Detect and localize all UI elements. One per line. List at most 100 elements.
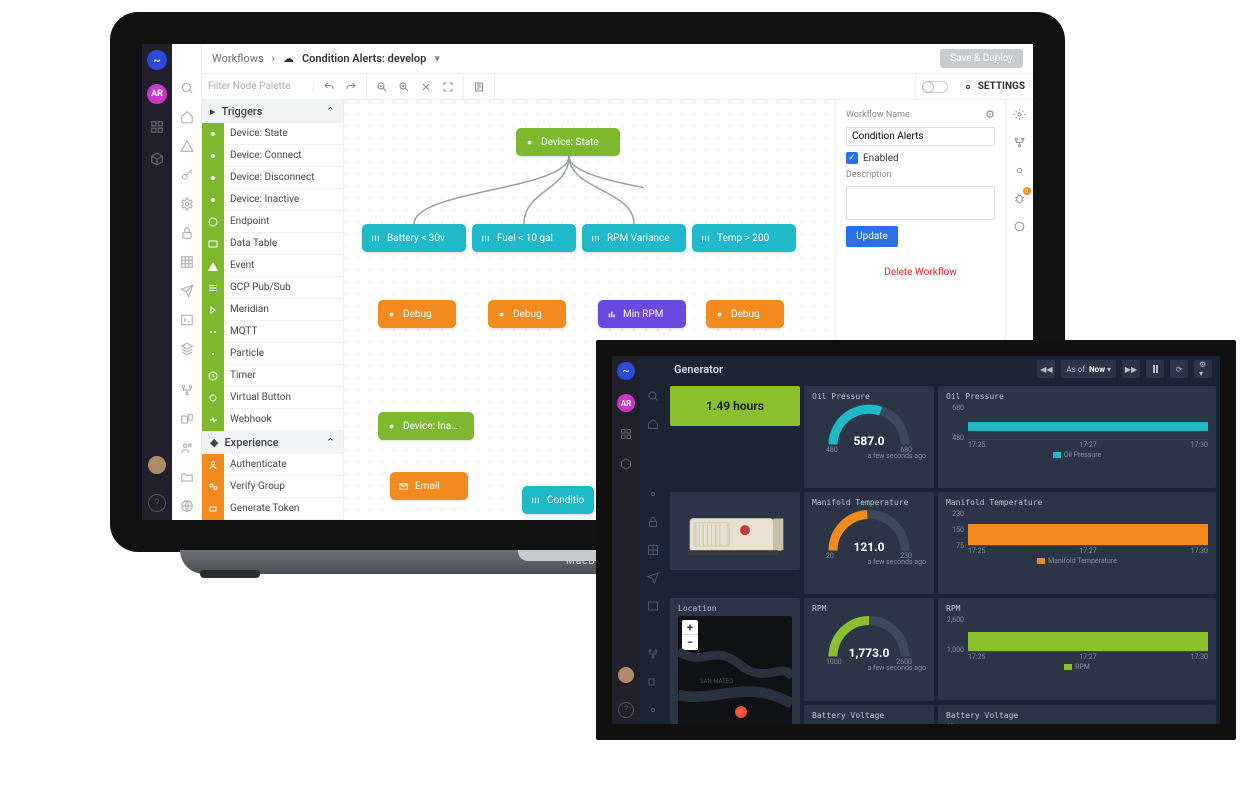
palette-item[interactable]: Data Table: [202, 233, 343, 255]
node-condition[interactable]: Conditio: [522, 486, 594, 514]
node-min-rpm[interactable]: Min RPM: [598, 300, 686, 328]
send-icon[interactable]: [178, 283, 196, 300]
palette-item[interactable]: Generate Token: [202, 498, 343, 520]
palette-section-triggers[interactable]: ▸ Triggers⌃: [202, 100, 343, 123]
settings-panel-toggle[interactable]: SETTINGS: [954, 81, 1033, 93]
description-textarea[interactable]: [846, 186, 995, 220]
map[interactable]: +− SAN MATEO: [678, 616, 792, 724]
globe-icon[interactable]: [1012, 218, 1028, 234]
pause-button[interactable]: [1146, 360, 1164, 378]
settings-button[interactable]: ⚙ ▾: [1194, 360, 1212, 378]
branch-icon[interactable]: [1012, 134, 1028, 150]
node-email[interactable]: Email: [390, 472, 468, 500]
palette-item[interactable]: Timer: [202, 365, 343, 387]
app-logo-icon[interactable]: [147, 50, 167, 70]
people-icon[interactable]: [178, 439, 196, 456]
zoom-out-icon[interactable]: [373, 78, 391, 96]
rail-user-face[interactable]: [148, 456, 166, 474]
search-icon[interactable]: [645, 388, 661, 404]
workflow-name-input[interactable]: [846, 127, 995, 146]
node-temp[interactable]: Temp > 200: [692, 224, 796, 252]
palette-item[interactable]: Webhook: [202, 409, 343, 431]
layers-icon[interactable]: [178, 340, 196, 357]
node-device-inactive[interactable]: Device: Ina…: [378, 412, 474, 440]
redo-icon[interactable]: [342, 78, 360, 96]
palette-item[interactable]: Event: [202, 255, 343, 277]
delete-workflow-link[interactable]: Delete Workflow: [846, 267, 995, 278]
home-icon[interactable]: [645, 416, 661, 432]
rail-dashboard-icon[interactable]: [618, 426, 634, 442]
workflow-enabled-checkbox[interactable]: ✓Enabled: [846, 152, 995, 164]
save-deploy-button[interactable]: Save & Deploy: [940, 49, 1023, 68]
node-debug[interactable]: Debug: [706, 300, 784, 328]
chevron-down-icon[interactable]: ▾: [434, 52, 440, 65]
node-debug[interactable]: Debug: [378, 300, 456, 328]
gear-icon[interactable]: [645, 486, 661, 502]
user-avatar[interactable]: AR: [617, 394, 635, 412]
globe-icon[interactable]: [178, 497, 196, 514]
history-icon[interactable]: [1012, 162, 1028, 178]
devices-icon[interactable]: [178, 410, 196, 427]
terminal-icon[interactable]: [645, 598, 661, 614]
rail-cube-icon[interactable]: [148, 150, 166, 168]
bug-icon[interactable]: 0: [1012, 190, 1028, 206]
node-rpm-variance[interactable]: RPM Variance: [582, 224, 686, 252]
node-device-state[interactable]: Device: State: [516, 128, 620, 156]
gear-icon[interactable]: ⚙: [985, 108, 995, 121]
forward-button[interactable]: ▶▶: [1122, 360, 1140, 378]
lock-icon[interactable]: [645, 514, 661, 530]
node-fuel[interactable]: Fuel < 10 gal: [472, 224, 576, 252]
palette-item[interactable]: MQTT: [202, 321, 343, 343]
breadcrumb-root[interactable]: Workflows: [212, 52, 264, 65]
undo-icon[interactable]: [320, 78, 338, 96]
refresh-button[interactable]: ⟳: [1170, 360, 1188, 378]
user-avatar[interactable]: AR: [147, 84, 167, 104]
palette-item[interactable]: Device: Connect: [202, 145, 343, 167]
node-battery[interactable]: Battery < 30v: [362, 224, 466, 252]
palette-item[interactable]: Authenticate: [202, 454, 343, 476]
palette-item[interactable]: GCP Pub/Sub: [202, 277, 343, 299]
palette-item[interactable]: Device: Inactive: [202, 189, 343, 211]
gear-icon[interactable]: [178, 196, 196, 213]
rewind-button[interactable]: ◀◀: [1037, 360, 1055, 378]
alert-icon[interactable]: [178, 138, 196, 155]
filter-palette-input[interactable]: Filter Node Palette: [202, 81, 314, 92]
zoom-in-icon[interactable]: [395, 78, 413, 96]
home-icon[interactable]: [178, 109, 196, 126]
lock-icon[interactable]: [178, 225, 196, 242]
gear-icon[interactable]: [645, 702, 661, 718]
palette-section-experience[interactable]: ◆ Experience⌃: [202, 431, 343, 454]
node-debug[interactable]: Debug: [488, 300, 566, 328]
search-icon[interactable]: [178, 80, 196, 97]
breadcrumb-current[interactable]: Condition Alerts: develop: [302, 52, 426, 65]
palette-item[interactable]: Device: Disconnect: [202, 167, 343, 189]
workflow-branch-icon[interactable]: [178, 381, 196, 398]
palette-item[interactable]: Endpoint: [202, 211, 343, 233]
palette-item[interactable]: Verify Group: [202, 476, 343, 498]
devices-icon[interactable]: [645, 674, 661, 690]
rail-user-face[interactable]: [618, 667, 634, 683]
rail-cube-icon[interactable]: [618, 456, 634, 472]
palette-item[interactable]: Meridian: [202, 299, 343, 321]
grid-icon[interactable]: [178, 254, 196, 271]
workflow-branch-icon[interactable]: [645, 646, 661, 662]
grid-icon[interactable]: [645, 542, 661, 558]
update-button[interactable]: Update: [846, 226, 898, 247]
rail-help-icon[interactable]: ?: [148, 494, 166, 512]
palette-item[interactable]: Device: State: [202, 123, 343, 145]
asof-selector[interactable]: As of: Now ▾: [1061, 360, 1116, 378]
folder-icon[interactable]: [178, 468, 196, 485]
palette-item[interactable]: Virtual Button: [202, 387, 343, 409]
rail-help-icon[interactable]: ?: [618, 702, 634, 718]
terminal-icon[interactable]: [178, 312, 196, 329]
app-logo-icon[interactable]: [617, 362, 635, 380]
rail-dashboard-icon[interactable]: [148, 118, 166, 136]
close-icon[interactable]: [417, 78, 435, 96]
palette-item[interactable]: Particle: [202, 343, 343, 365]
key-icon[interactable]: [178, 167, 196, 184]
gear-icon[interactable]: [1012, 106, 1028, 122]
grid-toggle[interactable]: [922, 81, 948, 93]
notes-icon[interactable]: [470, 78, 488, 96]
send-icon[interactable]: [645, 570, 661, 586]
expand-icon[interactable]: [439, 78, 457, 96]
